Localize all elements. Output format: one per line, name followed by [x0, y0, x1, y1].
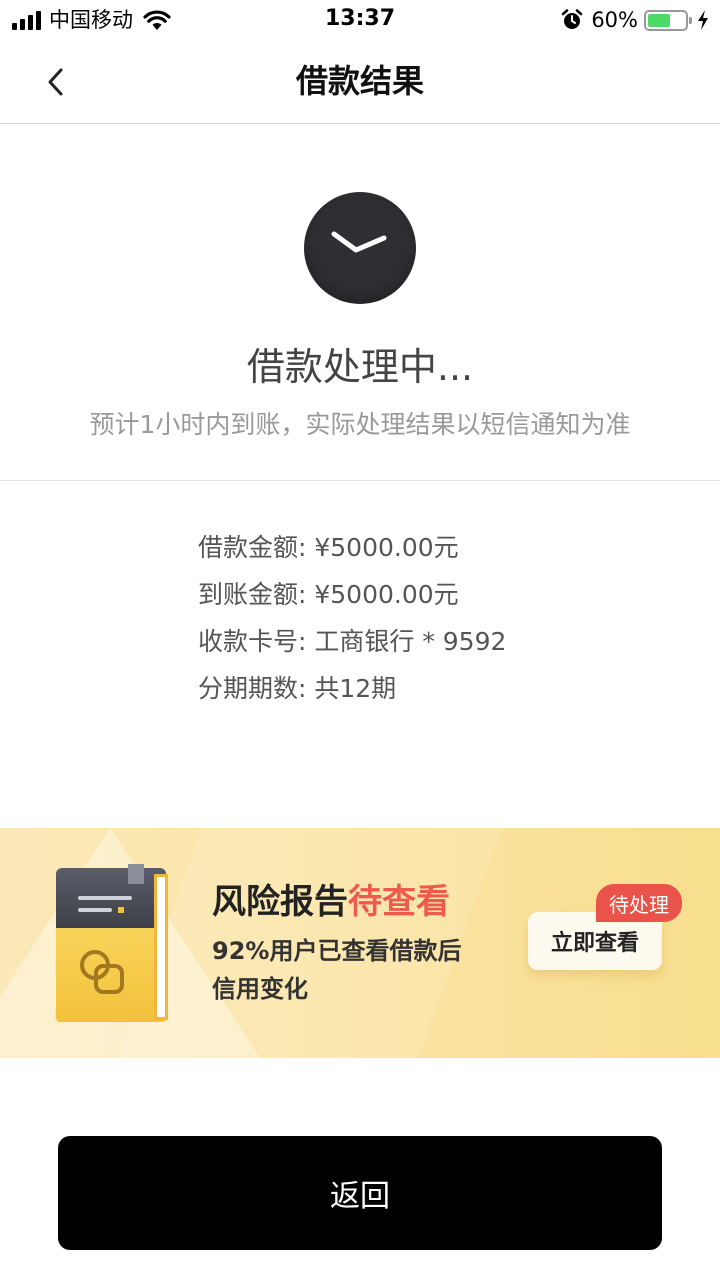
risk-report-banner[interactable]: 风险报告待查看 92%用户已查看借款后 信用变化 立即查看 待处理: [0, 828, 720, 1058]
detail-loan-amount: 借款金额: ¥5000.00元: [198, 533, 459, 562]
report-book-icon: [56, 864, 172, 1022]
banner-title-highlight: 待查看: [348, 882, 450, 922]
alarm-icon: [562, 9, 583, 29]
battery-percent: 60%: [591, 8, 638, 32]
status-description: 预计1小时内到账，实际处理结果以短信通知为准: [89, 410, 631, 439]
divider: [0, 480, 720, 481]
battery-fill: [648, 13, 670, 27]
detail-received-amount: 到账金额: ¥5000.00元: [198, 580, 459, 609]
battery-icon: [644, 9, 692, 31]
banner-subtitle: 92%用户已查看借款后 信用变化: [212, 932, 461, 1008]
status-bar: 中国移动 13:37 60%: [0, 0, 720, 40]
status-title: 借款处理中...: [246, 345, 474, 389]
banner-subtitle-line1: 92%用户已查看借款后: [212, 937, 462, 965]
detail-card-number: 收款卡号: 工商银行 * 9592: [198, 627, 507, 656]
detail-installments: 分期期数: 共12期: [198, 674, 397, 703]
banner-title: 风险报告待查看: [212, 880, 450, 924]
page-title: 借款结果: [295, 62, 424, 100]
return-button[interactable]: 返回: [58, 1136, 662, 1250]
clock-icon: [304, 192, 416, 304]
nav-bar: 借款结果: [0, 40, 720, 124]
charging-icon: [698, 10, 708, 30]
pending-badge: 待处理: [596, 884, 682, 922]
banner-title-main: 风险报告: [212, 882, 348, 922]
loan-details: 借款金额: ¥5000.00元 到账金额: ¥5000.00元 收款卡号: 工商…: [198, 524, 506, 712]
banner-subtitle-line2: 信用变化: [212, 975, 308, 1003]
